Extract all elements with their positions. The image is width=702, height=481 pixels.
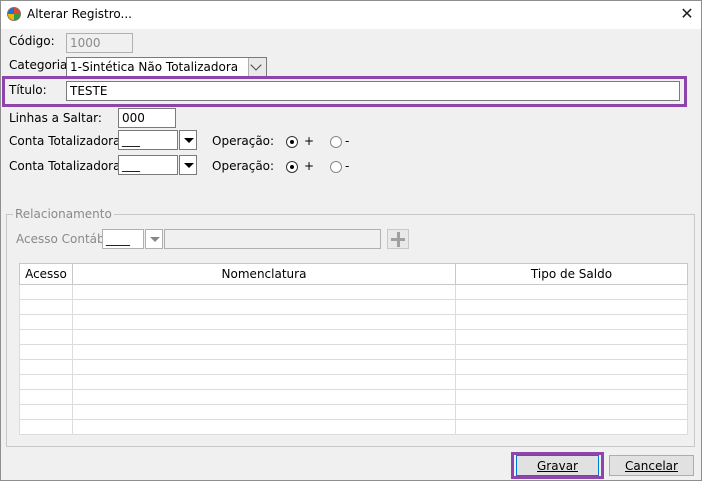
conta1-label: Conta Totalizadora 1:: [9, 134, 136, 148]
acesso-description-field: [164, 229, 381, 249]
table-cell[interactable]: [19, 389, 73, 405]
categoria-value: 1-Sintética Não Totalizadora: [70, 60, 239, 74]
table-cell[interactable]: [19, 284, 73, 300]
table-cell[interactable]: [455, 299, 688, 315]
relacionamento-table: Acesso Nomenclatura Tipo de Saldo: [19, 263, 688, 435]
table-row[interactable]: [19, 344, 688, 360]
relacionamento-label: Relacionamento: [13, 207, 114, 221]
table-cell[interactable]: [19, 404, 73, 420]
op2-minus-radio[interactable]: [330, 161, 342, 173]
triangle-down-icon: [184, 163, 194, 168]
conta2-field[interactable]: ___: [118, 155, 178, 175]
col-tipo-saldo-header[interactable]: Tipo de Saldo: [455, 263, 688, 285]
table-cell[interactable]: [455, 359, 688, 375]
op2-plus-label: +: [304, 159, 315, 173]
triangle-down-icon: [150, 237, 160, 242]
table-cell[interactable]: [455, 284, 688, 300]
op1-minus-label: -: [345, 134, 350, 148]
table-cell[interactable]: [72, 404, 456, 420]
table-cell[interactable]: [19, 299, 73, 315]
table-header-row: Acesso Nomenclatura Tipo de Saldo: [19, 263, 688, 285]
col-nomenclatura-header[interactable]: Nomenclatura: [72, 263, 456, 285]
linhas-label: Linhas a Saltar:: [9, 111, 102, 125]
table-cell[interactable]: [72, 314, 456, 330]
table-cell[interactable]: [455, 404, 688, 420]
table-cell[interactable]: [455, 374, 688, 390]
conta1-field[interactable]: ___: [118, 130, 178, 150]
codigo-label: Código:: [9, 34, 55, 48]
cancelar-label: Cancelar: [625, 459, 678, 473]
chevron-down-icon: [250, 59, 262, 71]
categoria-dropdown-button[interactable]: [248, 58, 266, 76]
gravar-button[interactable]: Gravar: [516, 455, 599, 476]
table-row[interactable]: [19, 299, 688, 315]
cancelar-button[interactable]: Cancelar: [609, 455, 694, 476]
table-cell[interactable]: [19, 374, 73, 390]
gravar-label: Gravar: [537, 459, 578, 473]
app-logo-icon: [7, 7, 21, 21]
table-cell[interactable]: [19, 344, 73, 360]
table-cell[interactable]: [19, 419, 73, 435]
table-cell[interactable]: [19, 359, 73, 375]
conta2-label: Conta Totalizadora 2:: [9, 159, 136, 173]
table-cell[interactable]: [72, 284, 456, 300]
table-cell[interactable]: [72, 329, 456, 345]
col-acesso-header[interactable]: Acesso: [19, 263, 73, 285]
op1-minus-radio[interactable]: [330, 136, 342, 148]
table-cell[interactable]: [19, 329, 73, 345]
table-row[interactable]: [19, 314, 688, 330]
table-cell[interactable]: [455, 344, 688, 360]
operacao2-label: Operação:: [212, 159, 275, 173]
table-cell[interactable]: [455, 314, 688, 330]
conta1-dropdown-button[interactable]: [179, 130, 197, 150]
triangle-down-icon: [184, 138, 194, 143]
conta2-dropdown-button[interactable]: [179, 155, 197, 175]
titulo-label: Título:: [9, 83, 47, 97]
table-row[interactable]: [19, 359, 688, 375]
categoria-select[interactable]: 1-Sintética Não Totalizadora: [66, 57, 267, 77]
title-bar: Alterar Registro... ✕: [1, 1, 701, 29]
table-cell[interactable]: [72, 389, 456, 405]
add-acesso-button[interactable]: [387, 229, 409, 249]
table-cell[interactable]: [72, 344, 456, 360]
table-row[interactable]: [19, 419, 688, 435]
op1-plus-radio[interactable]: [286, 136, 298, 148]
categoria-label: Categoria:: [9, 58, 72, 72]
table-row[interactable]: [19, 404, 688, 420]
op2-minus-label: -: [345, 159, 350, 173]
table-cell[interactable]: [455, 389, 688, 405]
table-cell[interactable]: [455, 419, 688, 435]
table-row[interactable]: [19, 389, 688, 405]
op2-plus-radio[interactable]: [286, 161, 298, 173]
table-cell[interactable]: [72, 359, 456, 375]
acesso-dropdown-button[interactable]: [145, 229, 163, 249]
acesso-contabil-field[interactable]: ____: [102, 229, 144, 249]
linhas-field[interactable]: 000: [118, 108, 176, 128]
window-title: Alterar Registro...: [27, 7, 132, 21]
table-row[interactable]: [19, 329, 688, 345]
operacao1-label: Operação:: [212, 134, 275, 148]
titulo-field[interactable]: TESTE: [66, 81, 680, 101]
table-row[interactable]: [19, 284, 688, 300]
table-cell[interactable]: [72, 419, 456, 435]
table-cell[interactable]: [72, 374, 456, 390]
table-cell[interactable]: [72, 299, 456, 315]
op1-plus-label: +: [304, 134, 315, 148]
table-row[interactable]: [19, 374, 688, 390]
close-icon[interactable]: ✕: [677, 4, 697, 24]
dialog-window: Alterar Registro... ✕ Código: 1000 Categ…: [0, 0, 702, 481]
plus-icon-vertical: [397, 232, 400, 247]
acesso-contabil-label: Acesso Contábil:: [16, 232, 116, 246]
table-cell[interactable]: [455, 329, 688, 345]
codigo-field: 1000: [66, 33, 133, 53]
table-cell[interactable]: [19, 314, 73, 330]
